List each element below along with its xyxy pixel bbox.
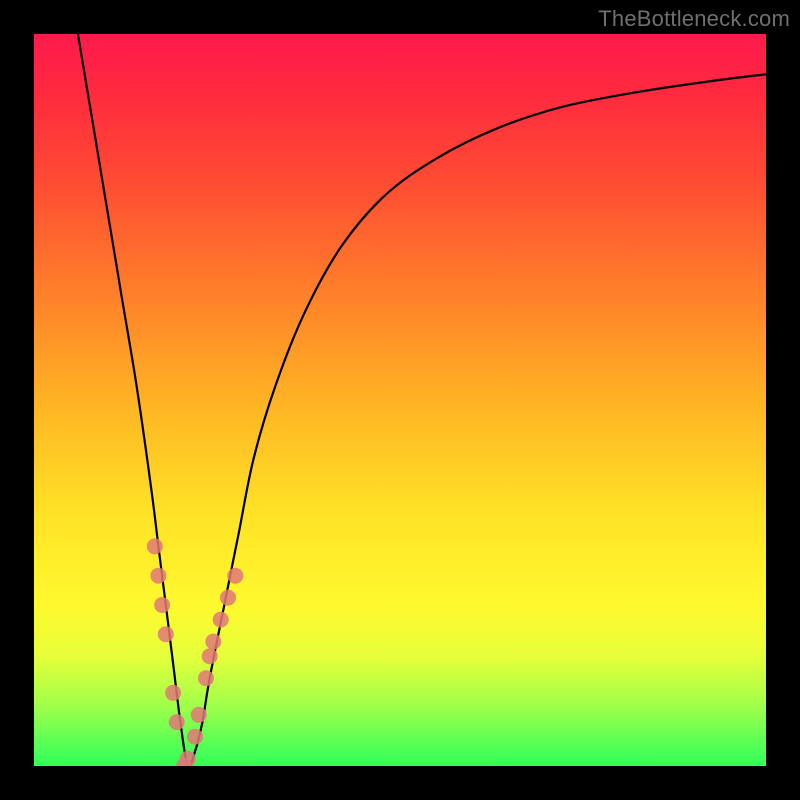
watermark-text: TheBottleneck.com	[598, 6, 790, 32]
marker-dot	[180, 751, 196, 766]
observed-points	[147, 538, 244, 766]
marker-dot	[169, 714, 185, 730]
marker-dot	[187, 729, 203, 745]
marker-dot	[220, 590, 236, 606]
plot-area	[34, 34, 766, 766]
marker-dot	[165, 685, 181, 701]
marker-dot	[202, 648, 218, 664]
marker-dot	[205, 634, 221, 650]
marker-dot	[150, 568, 166, 584]
marker-dot	[213, 612, 229, 628]
marker-dot	[191, 707, 207, 723]
curve-layer	[34, 34, 766, 766]
bottleneck-curve	[78, 34, 766, 766]
marker-dot	[198, 670, 214, 686]
marker-dot	[147, 538, 163, 554]
marker-dot	[158, 626, 174, 642]
chart-frame: TheBottleneck.com	[0, 0, 800, 800]
marker-dot	[227, 568, 243, 584]
marker-dot	[154, 597, 170, 613]
